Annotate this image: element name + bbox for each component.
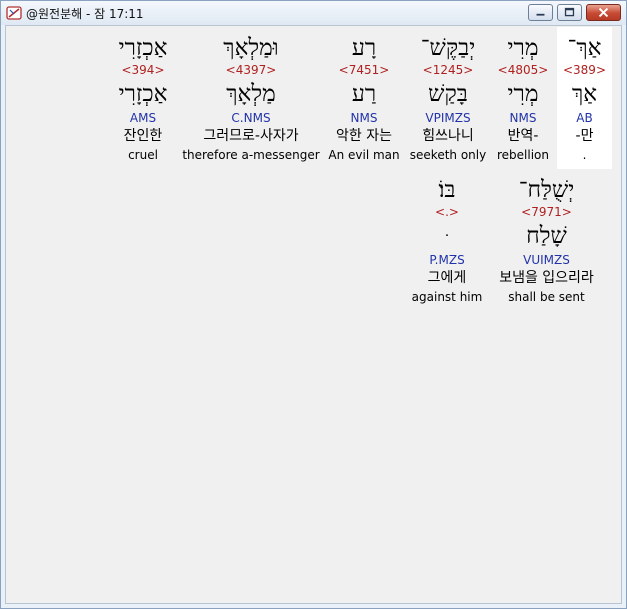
hebrew-surface: מְרִי (507, 35, 539, 61)
hebrew-surface: אַךְ־ (567, 35, 602, 61)
strong-number: <7451> (338, 63, 390, 77)
window-title: @원전분해 - 잠 17:11 (26, 7, 144, 21)
client-area: אַךְ־ <389> אַךְ AB -만 . מְרִי <4805> מְ… (5, 25, 622, 604)
close-button[interactable] (586, 4, 621, 21)
korean-gloss: 잔인한 (123, 128, 163, 144)
maximize-icon (564, 7, 575, 17)
hebrew-lemma: מְרִי (507, 81, 539, 107)
english-gloss: cruel (128, 148, 158, 162)
maximize-button[interactable] (557, 4, 582, 21)
korean-gloss: 반역- (507, 128, 539, 144)
app-icon (6, 6, 22, 20)
word-cell[interactable]: מְרִי <4805> מְרִי NMS 반역- rebellion (493, 27, 553, 167)
english-gloss: against him (411, 290, 483, 304)
parse-code: VUIMZS (523, 253, 570, 267)
english-gloss: shall be sent (508, 290, 585, 304)
strong-number: <389> (562, 63, 606, 77)
hebrew-surface: יְשֻׁלַּח־ (518, 177, 575, 203)
word-cell[interactable]: בּוֹ׃ <.> ּ P.MZS 그에게 against him (410, 169, 484, 309)
word-cell[interactable]: אַךְ־ <389> אַךְ AB -만 . (557, 27, 612, 167)
hebrew-lemma: מַלְאָךְ (226, 81, 276, 107)
minimize-button[interactable] (528, 4, 553, 21)
parse-code: NMS (350, 111, 378, 125)
english-gloss: therefore a-messenger (182, 148, 320, 162)
hebrew-lemma: שָׁלַח (526, 223, 567, 249)
parse-code: AB (576, 111, 593, 125)
hebrew-lemma: אַכְזָרִי (118, 81, 168, 107)
english-gloss: seeketh only (409, 148, 487, 162)
strong-number: <1245> (422, 63, 474, 77)
english-gloss: rebellion (496, 148, 549, 162)
word-cell[interactable]: וּמַלְאָךְ <4397> מַלְאָךְ C.NMS 그러므로-사자… (182, 27, 320, 167)
main-window: @원전분해 - 잠 17:11 אַךְ־ <389> אַךְ AB -만 .… (0, 0, 627, 609)
strong-number: <.> (435, 205, 459, 219)
korean-gloss: 그러므로-사자가 (203, 128, 299, 144)
word-cell[interactable]: רָע <7451> רַע NMS 악한 자는 An evil man (324, 27, 404, 167)
strong-number: <7971> (521, 205, 572, 219)
hebrew-lemma: רַע (351, 81, 377, 107)
hebrew-surface: רָע (351, 35, 377, 61)
hebrew-surface: וּמַלְאָךְ (223, 35, 279, 61)
korean-gloss: 그에게 (427, 270, 467, 286)
word-cell[interactable]: אַכְזָרִי <394> אַכְזָרִי AMS 잔인한 cruel (107, 27, 179, 167)
parse-code: C.NMS (231, 111, 271, 125)
english-gloss: An evil man (328, 148, 400, 162)
korean-gloss: 힘쓰나니 (422, 128, 474, 144)
minimize-icon (536, 13, 545, 16)
parse-code: NMS (509, 111, 537, 125)
hebrew-surface: יְבַקֶּשׁ־ (420, 35, 476, 61)
korean-gloss: 보냄을 입으리라 (499, 270, 594, 286)
title-bar[interactable]: @원전분해 - 잠 17:11 (1, 1, 626, 25)
korean-gloss: -만 (575, 128, 594, 144)
strong-number: <4805> (497, 63, 549, 77)
english-gloss: . (582, 148, 587, 162)
hebrew-surface: אַכְזָרִי (118, 35, 168, 61)
hebrew-lemma: ּ (410, 223, 484, 249)
korean-gloss: 악한 자는 (336, 128, 392, 144)
strong-number: <4397> (225, 63, 277, 77)
close-icon (598, 7, 609, 18)
word-cell[interactable]: יְשֻׁלַּח־ <7971> שָׁלַח VUIMZS 보냄을 입으리라… (489, 169, 604, 309)
hebrew-lemma: אַךְ (571, 81, 598, 107)
word-cell[interactable]: יְבַקֶּשׁ־ <1245> בָּקַשׁ VPIMZS 힘쓰나니 se… (407, 27, 489, 167)
parse-code: AMS (129, 111, 157, 125)
parse-code: VPIMZS (425, 111, 471, 125)
hebrew-lemma: בָּקַשׁ (428, 81, 468, 107)
strong-number: <394> (121, 63, 165, 77)
hebrew-surface: בּוֹ׃ (438, 177, 456, 203)
analysis-panel: אַךְ־ <389> אַךְ AB -만 . מְרִי <4805> מְ… (7, 27, 620, 602)
parse-code: P.MZS (429, 253, 465, 267)
